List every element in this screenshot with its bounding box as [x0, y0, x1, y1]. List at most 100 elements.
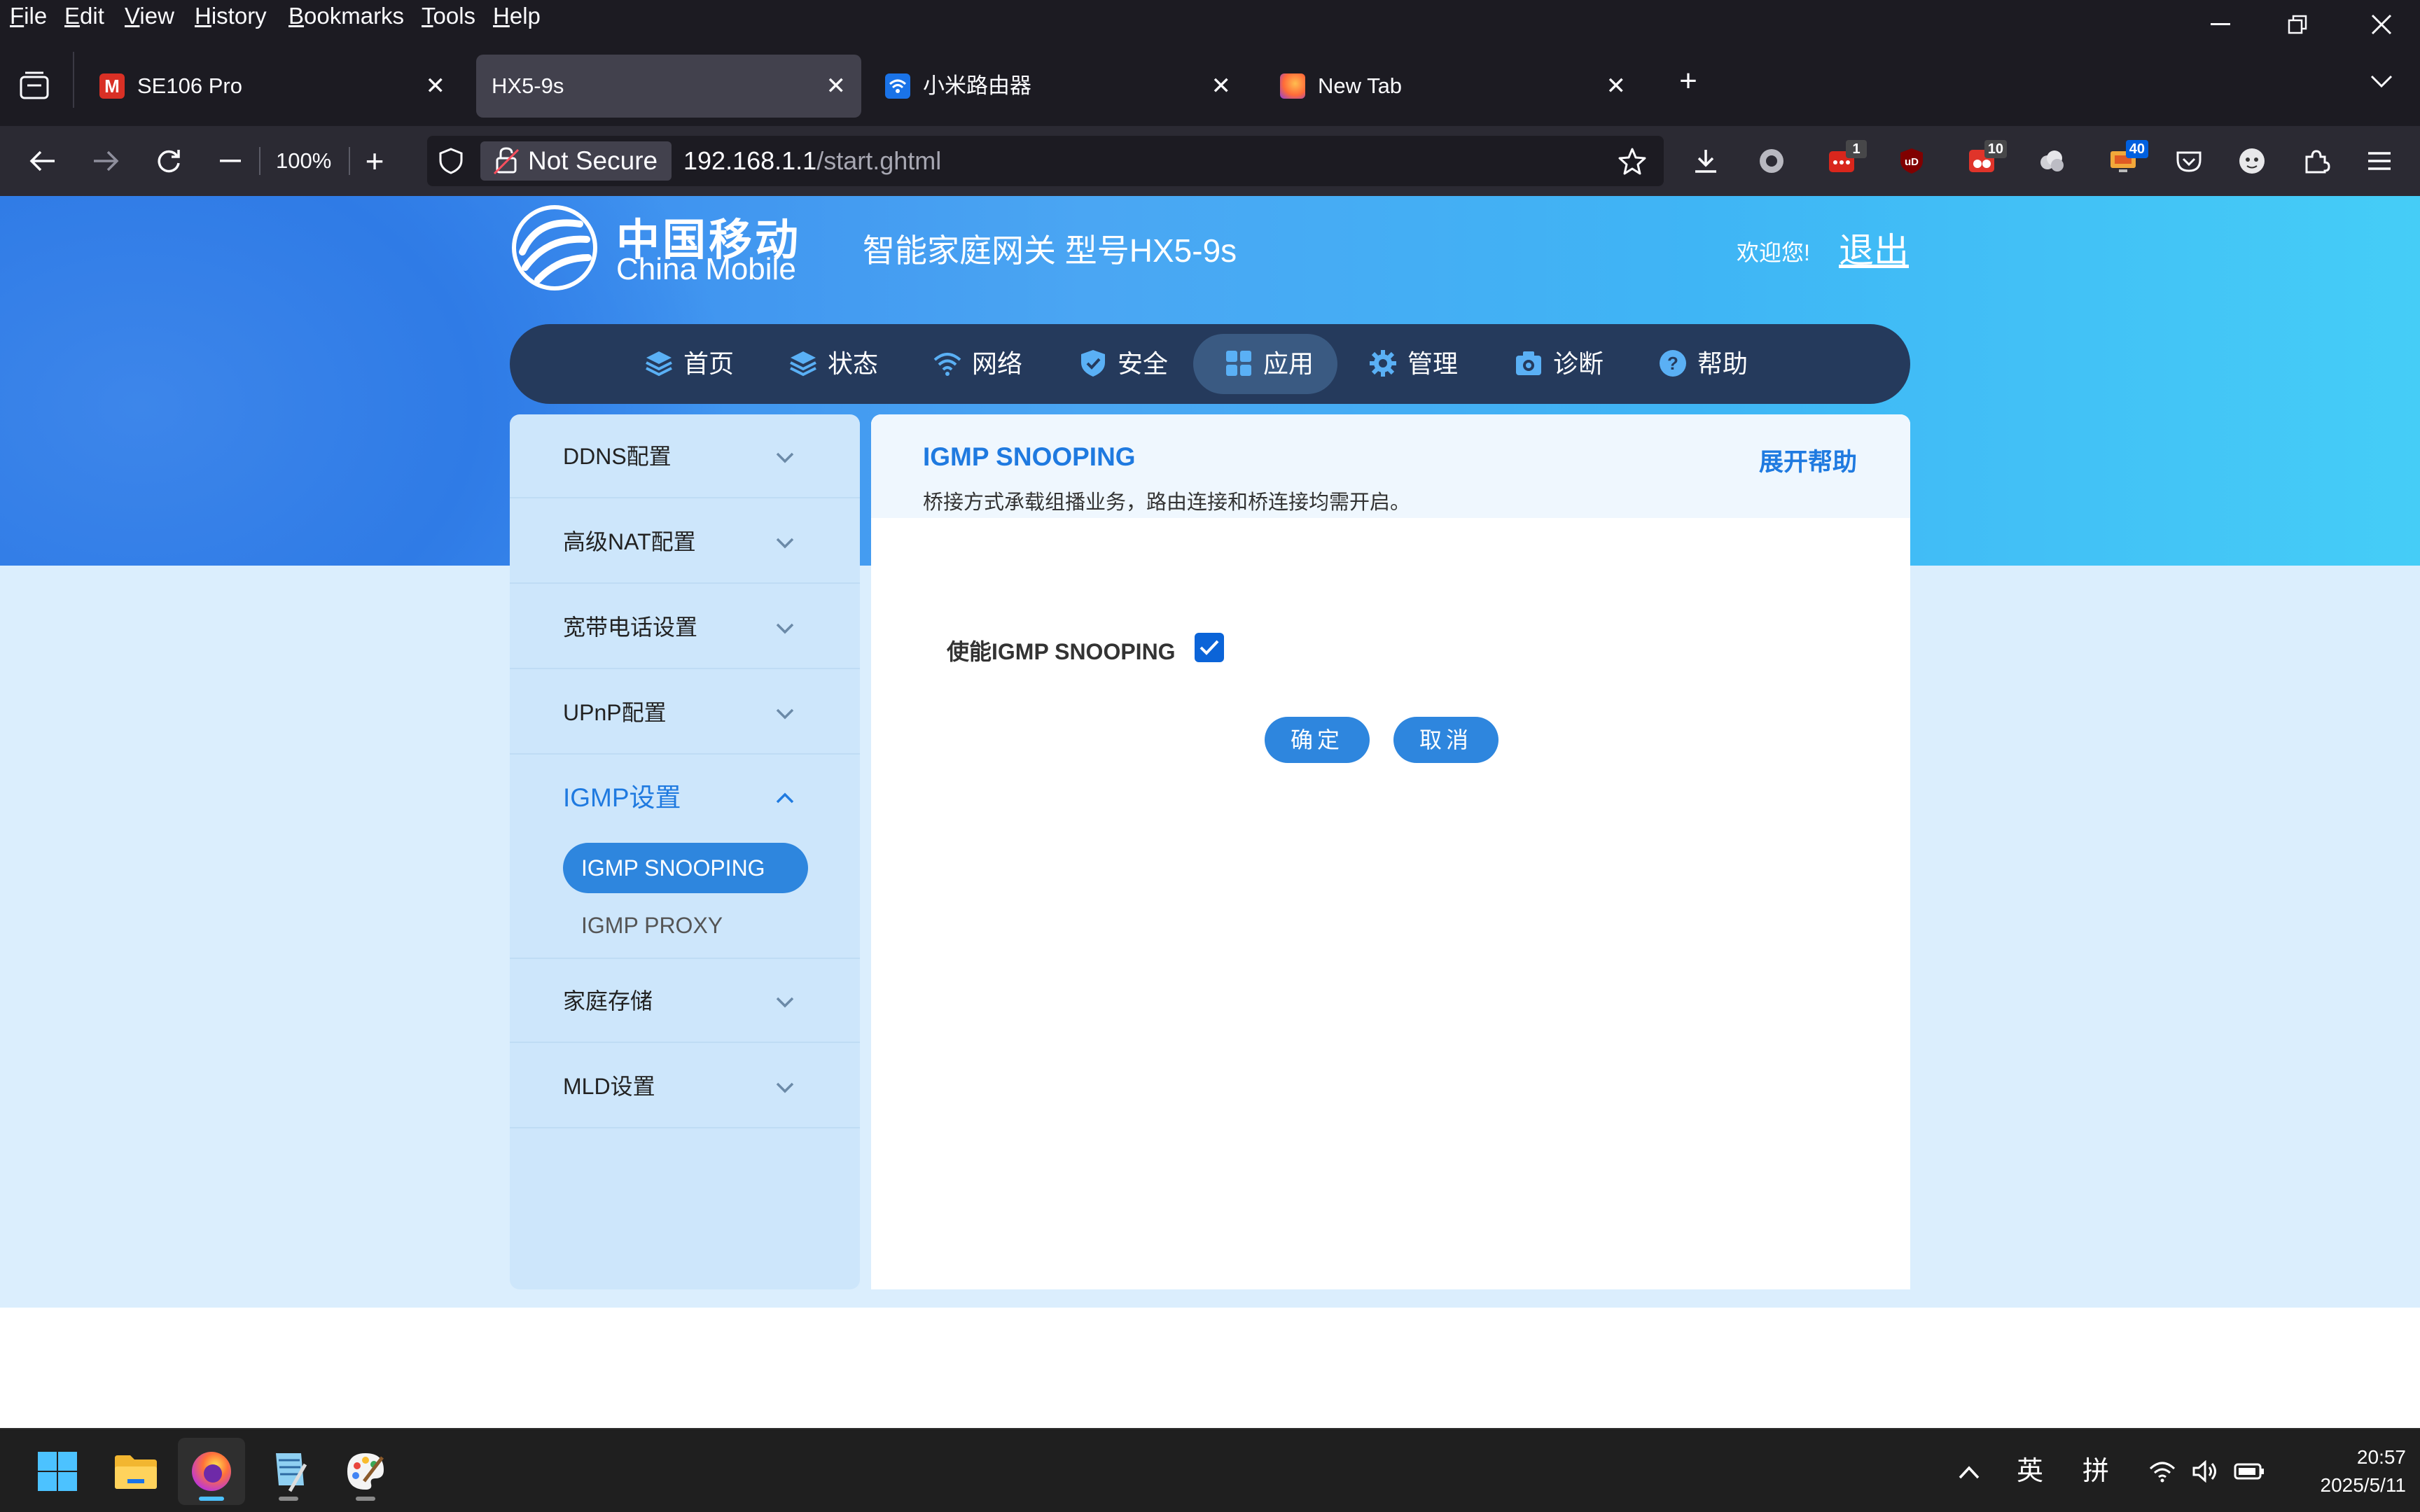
- sidebar-item-ddns[interactable]: DDNS配置: [510, 414, 860, 498]
- taskbar-notepad[interactable]: [255, 1438, 322, 1505]
- arrow-left-icon: [29, 150, 55, 172]
- confirm-button[interactable]: 确定: [1265, 717, 1370, 763]
- tab-list-icon: [20, 71, 49, 99]
- close-tab-icon[interactable]: ✕: [1606, 55, 1627, 118]
- ime-mode-indicator[interactable]: 拼: [2082, 1429, 2109, 1512]
- restore-button[interactable]: [2259, 0, 2336, 49]
- cancel-button[interactable]: 取消: [1393, 717, 1498, 763]
- url-bar[interactable]: Not Secure 192.168.1.1/start.ghtml: [427, 136, 1664, 186]
- extensions-button[interactable]: [2302, 147, 2330, 175]
- forward-button[interactable]: [81, 126, 130, 196]
- reload-icon: [158, 150, 180, 173]
- nav-home[interactable]: 首页: [644, 334, 734, 394]
- not-secure-indicator[interactable]: Not Secure: [480, 141, 672, 181]
- close-tab-icon[interactable]: ✕: [826, 55, 847, 118]
- tab-se106-pro[interactable]: M SE106 Pro ✕: [80, 55, 461, 118]
- chevron-down-icon: [776, 452, 794, 463]
- logout-link[interactable]: 退出: [1839, 223, 1909, 273]
- pocket-button[interactable]: [2175, 147, 2203, 175]
- zoom-out-button[interactable]: [207, 126, 253, 196]
- downloads-button[interactable]: [1692, 147, 1720, 175]
- quick-settings-button[interactable]: [2148, 1429, 2265, 1512]
- reload-button[interactable]: [144, 126, 193, 196]
- zoom-in-button[interactable]: +: [352, 126, 398, 196]
- bookmark-star-button[interactable]: [1618, 147, 1647, 176]
- nav-diagnostics[interactable]: 诊断: [1514, 334, 1604, 394]
- ublock-button[interactable]: uD: [1898, 147, 1926, 175]
- puzzle-icon: [2305, 150, 2330, 174]
- arrow-right-icon: [94, 150, 119, 172]
- menu-history[interactable]: History: [195, 0, 267, 34]
- restore-icon: [2288, 15, 2307, 34]
- sidebar-item-igmp[interactable]: IGMP设置: [510, 756, 860, 840]
- new-tab-button[interactable]: +: [1664, 53, 1713, 109]
- menu-tools[interactable]: Tools: [422, 0, 475, 34]
- account-button[interactable]: [2238, 147, 2266, 175]
- taskbar-paint[interactable]: [332, 1438, 399, 1505]
- list-all-tabs-button[interactable]: [2357, 53, 2406, 109]
- nav-management[interactable]: 管理: [1368, 334, 1458, 394]
- extension-circle-button[interactable]: [1758, 147, 1786, 175]
- enable-igmp-snooping-checkbox[interactable]: [1195, 633, 1224, 662]
- plus-icon: +: [1679, 64, 1697, 98]
- menu-help[interactable]: Help: [493, 0, 541, 34]
- minimize-button[interactable]: [2182, 0, 2259, 49]
- system-clock[interactable]: 20:57 2025/5/11: [2283, 1443, 2407, 1499]
- nav-security[interactable]: 安全: [1078, 334, 1168, 394]
- url-text[interactable]: 192.168.1.1/start.ghtml: [683, 136, 941, 186]
- close-tab-icon[interactable]: ✕: [426, 55, 446, 118]
- nav-label: 帮助: [1697, 349, 1748, 378]
- extension-password-button[interactable]: 1: [1828, 140, 1867, 175]
- clock-date: 2025/5/11: [2320, 1474, 2407, 1496]
- extension-cloud-button[interactable]: [2038, 147, 2066, 175]
- pocket-icon: [2176, 151, 2202, 172]
- extension-badge: 10: [1984, 140, 2007, 158]
- grid-icon: [1226, 351, 1251, 377]
- nav-network[interactable]: 网络: [933, 334, 1022, 394]
- wifi-icon: [933, 353, 961, 377]
- taskbar-file-explorer[interactable]: [102, 1438, 169, 1505]
- menu-view[interactable]: View: [125, 0, 174, 34]
- sidebar-item-voip[interactable]: 宽带电话设置: [510, 585, 860, 669]
- windows-logo-icon: [38, 1452, 77, 1491]
- tab-xiaomi-router[interactable]: 小米路由器 ✕: [865, 55, 1246, 118]
- back-button[interactable]: [18, 126, 67, 196]
- download-icon: [1695, 150, 1716, 173]
- tab-hx5-9s[interactable]: HX5-9s ✕: [476, 55, 861, 118]
- sidebar-item-advanced-nat[interactable]: 高级NAT配置: [510, 500, 860, 584]
- ime-language-indicator[interactable]: 英: [2017, 1429, 2043, 1512]
- sidebar-subitem-igmp-snooping[interactable]: IGMP SNOOPING: [563, 843, 808, 893]
- extension-red-button[interactable]: 10: [1968, 140, 2007, 175]
- sidebar-item-label: 高级NAT配置: [563, 529, 696, 554]
- sidebar-subitem-igmp-proxy[interactable]: IGMP PROXY: [581, 897, 723, 953]
- nav-help[interactable]: ? 帮助: [1658, 334, 1748, 394]
- start-button[interactable]: [24, 1438, 91, 1505]
- checkmark-icon: [1199, 640, 1219, 655]
- tab-new-tab[interactable]: New Tab ✕: [1260, 55, 1641, 118]
- minimize-icon: [2211, 23, 2230, 25]
- nav-status[interactable]: 状态: [788, 334, 878, 394]
- tracking-protection-button[interactable]: [437, 147, 465, 175]
- menu-bookmarks[interactable]: Bookmarks: [288, 0, 404, 34]
- sidebar-item-home-storage[interactable]: 家庭存储: [510, 959, 860, 1043]
- zoom-level[interactable]: 100%: [276, 126, 331, 196]
- menu-file[interactable]: File: [10, 0, 47, 34]
- sidebar-item-upnp[interactable]: UPnP配置: [510, 671, 860, 755]
- nav-label: 应用: [1263, 349, 1314, 378]
- extension-monitor-button[interactable]: 40: [2109, 140, 2148, 175]
- app-menu-button[interactable]: [2365, 147, 2393, 175]
- menu-edit[interactable]: Edit: [64, 0, 104, 34]
- taskbar-firefox[interactable]: [178, 1438, 245, 1505]
- sidebar-item-mld[interactable]: MLD设置: [510, 1044, 860, 1128]
- hamburger-icon: [2368, 152, 2391, 170]
- chevron-down-icon: [776, 623, 794, 634]
- nav-applications[interactable]: 应用: [1193, 334, 1337, 394]
- close-tab-icon[interactable]: ✕: [1211, 55, 1232, 118]
- tab-overview-button[interactable]: [17, 69, 52, 104]
- tray-overflow-button[interactable]: [1958, 1429, 1980, 1512]
- page-viewport: 中国移动 China Mobile 智能家庭网关 型号HX5-9s 欢迎您! 退…: [0, 196, 2420, 1428]
- tab-divider: [73, 52, 74, 108]
- sidebar: DDNS配置 高级NAT配置 宽带电话设置 UPnP配置 IGMP设置 IGMP…: [510, 414, 860, 1289]
- close-window-button[interactable]: [2343, 0, 2420, 49]
- expand-help-link[interactable]: 展开帮助: [1759, 442, 1857, 478]
